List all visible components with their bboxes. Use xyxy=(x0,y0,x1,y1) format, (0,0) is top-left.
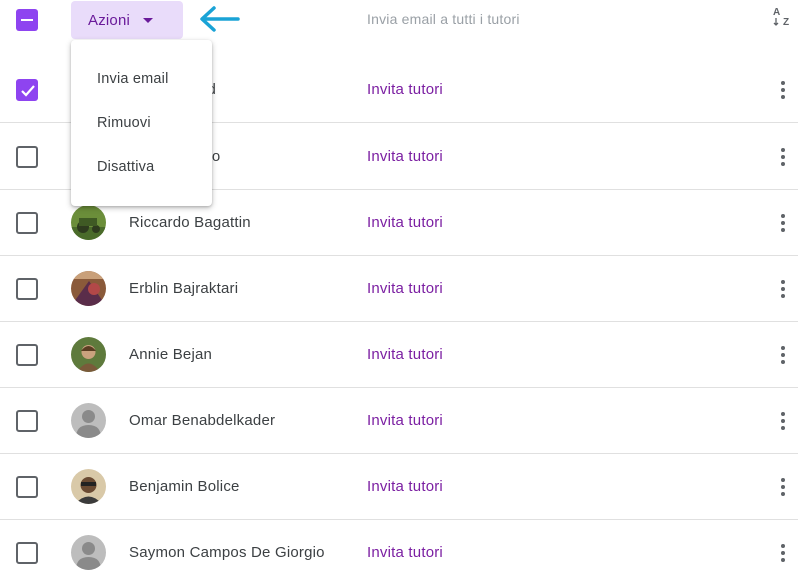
invite-tutors-link[interactable]: Invita tutori xyxy=(367,214,443,231)
default-avatar-icon xyxy=(71,535,106,570)
default-avatar-icon xyxy=(71,403,106,438)
avatar xyxy=(71,205,106,240)
student-name: Omar Benabdelkader xyxy=(129,412,276,429)
invite-tutors-link[interactable]: Invita tutori xyxy=(367,544,443,561)
more-vert-icon[interactable] xyxy=(779,476,787,498)
avatar xyxy=(71,271,106,306)
more-vert-icon[interactable] xyxy=(779,146,787,168)
row-checkbox[interactable] xyxy=(16,212,38,234)
svg-text:A: A xyxy=(773,7,780,18)
student-row: Benjamin Bolice Invita tutori xyxy=(0,454,798,520)
menu-item-remove[interactable]: Rimuovi xyxy=(71,101,212,145)
row-checkbox[interactable] xyxy=(16,476,38,498)
row-checkbox[interactable] xyxy=(16,410,38,432)
actions-dropdown-button[interactable]: Azioni xyxy=(71,1,183,39)
row-checkbox[interactable] xyxy=(16,542,38,564)
row-checkbox[interactable] xyxy=(16,79,38,101)
avatar xyxy=(71,469,106,504)
student-row: Saymon Campos De Giorgio Invita tutori xyxy=(0,520,798,586)
arrow-left-icon xyxy=(200,6,240,32)
invite-tutors-link[interactable]: Invita tutori xyxy=(367,81,443,98)
row-checkbox[interactable] xyxy=(16,344,38,366)
student-row: Erblin Bajraktari Invita tutori xyxy=(0,256,798,322)
invite-tutors-link[interactable]: Invita tutori xyxy=(367,148,443,165)
menu-item-send-email[interactable]: Invia email xyxy=(71,57,212,101)
avatar xyxy=(71,337,106,372)
row-checkbox[interactable] xyxy=(16,278,38,300)
student-name: Saymon Campos De Giorgio xyxy=(129,544,325,561)
caret-down-icon xyxy=(143,18,154,23)
invite-tutors-link[interactable]: Invita tutori xyxy=(367,478,443,495)
more-vert-icon[interactable] xyxy=(779,278,787,300)
actions-menu: Invia email Rimuovi Disattiva xyxy=(71,40,212,206)
sort-az-icon[interactable]: A Z xyxy=(772,5,794,27)
invite-tutors-link[interactable]: Invita tutori xyxy=(367,412,443,429)
svg-text:Z: Z xyxy=(783,17,789,27)
row-checkbox[interactable] xyxy=(16,146,38,168)
student-name: Erblin Bajraktari xyxy=(129,280,239,297)
indeterminate-icon xyxy=(21,19,33,21)
select-all-checkbox[interactable] xyxy=(16,9,38,31)
student-name: Annie Bejan xyxy=(129,346,213,363)
student-row: Annie Bejan Invita tutori xyxy=(0,322,798,388)
student-name: Riccardo Bagattin xyxy=(129,214,251,231)
menu-item-deactivate[interactable]: Disattiva xyxy=(71,145,212,189)
email-all-tutors-link[interactable]: Invia email a tutti i tutori xyxy=(367,11,520,27)
student-row: Omar Benabdelkader Invita tutori xyxy=(0,388,798,454)
more-vert-icon[interactable] xyxy=(779,212,787,234)
more-vert-icon[interactable] xyxy=(779,344,787,366)
invite-tutors-link[interactable]: Invita tutori xyxy=(367,280,443,297)
check-icon xyxy=(21,85,35,97)
invite-tutors-link[interactable]: Invita tutori xyxy=(367,346,443,363)
more-vert-icon[interactable] xyxy=(779,410,787,432)
toolbar: Azioni Invia email a tutti i tutori A Z xyxy=(0,0,798,40)
more-vert-icon[interactable] xyxy=(779,79,787,101)
student-name: Benjamin Bolice xyxy=(129,478,240,495)
more-vert-icon[interactable] xyxy=(779,542,787,564)
actions-label: Azioni xyxy=(88,11,131,29)
